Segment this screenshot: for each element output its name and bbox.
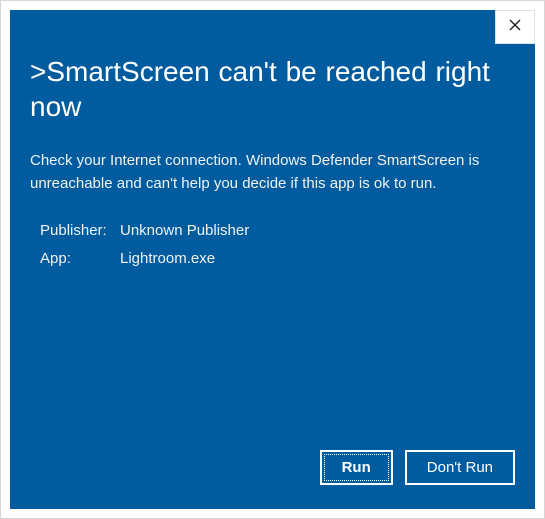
smartscreen-dialog: >SmartScreen can't be reached right now … (0, 0, 545, 519)
detail-label: Publisher: (40, 217, 120, 245)
detail-row-publisher: Publisher: Unknown Publisher (40, 217, 515, 245)
dialog-content: >SmartScreen can't be reached right now … (10, 10, 535, 509)
detail-row-app: App: Lightroom.exe (40, 245, 515, 273)
detail-value: Lightroom.exe (120, 245, 215, 273)
dialog-details: Publisher: Unknown Publisher App: Lightr… (40, 217, 515, 273)
close-button[interactable] (495, 10, 535, 44)
detail-value: Unknown Publisher (120, 217, 249, 245)
dialog-description: Check your Internet connection. Windows … (30, 150, 515, 195)
detail-label: App: (40, 245, 120, 273)
close-icon (509, 18, 521, 36)
dont-run-button[interactable]: Don't Run (405, 450, 515, 485)
run-button[interactable]: Run (320, 450, 393, 485)
dialog-title: >SmartScreen can't be reached right now (30, 54, 515, 124)
button-row: Run Don't Run (320, 450, 515, 485)
